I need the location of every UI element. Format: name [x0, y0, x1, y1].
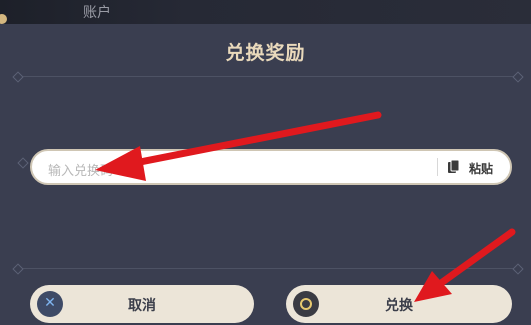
arrow-to-input-annotation — [95, 111, 382, 181]
arrow-to-redeem-annotation — [414, 228, 516, 302]
annotation-arrows — [95, 111, 516, 302]
